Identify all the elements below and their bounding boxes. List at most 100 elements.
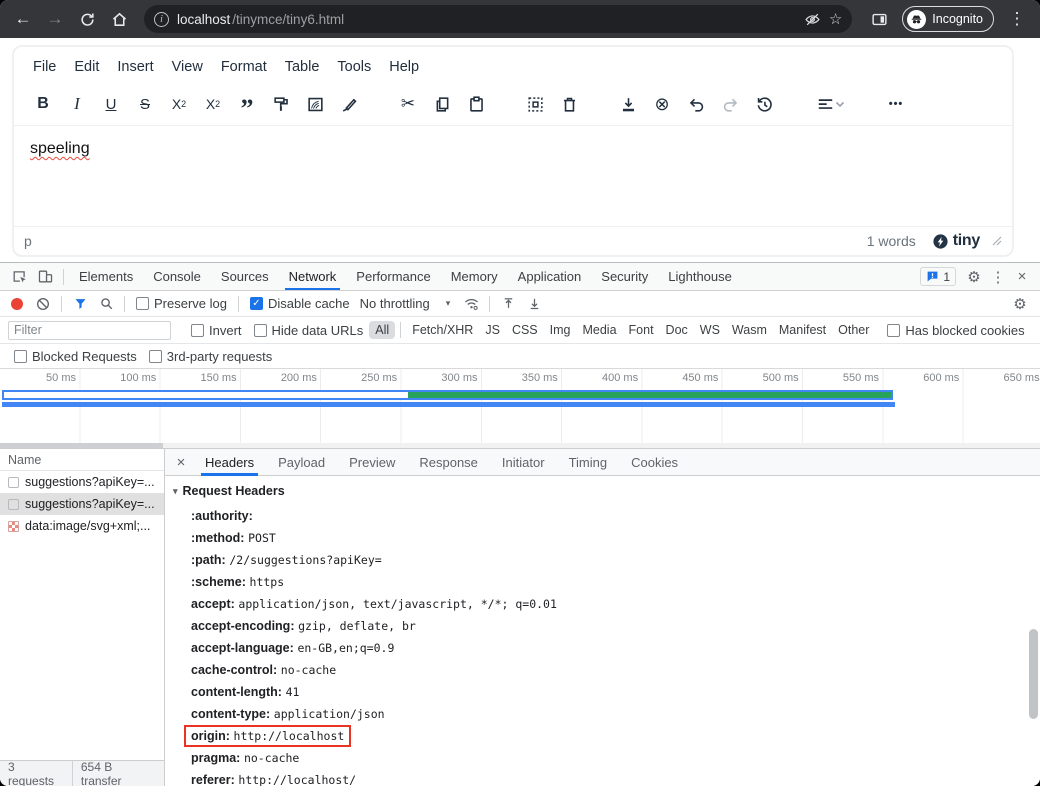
network-settings-button[interactable]: ⚙ bbox=[1008, 292, 1032, 316]
reload-button[interactable] bbox=[72, 4, 102, 34]
request-row[interactable]: suggestions?apiKey=... bbox=[0, 471, 164, 493]
tab-lighthouse[interactable]: Lighthouse bbox=[658, 263, 742, 290]
underline-button[interactable]: U bbox=[96, 89, 126, 119]
third-party-toggle[interactable]: 3rd-party requests bbox=[149, 349, 273, 364]
tab-network[interactable]: Network bbox=[279, 263, 347, 290]
tab-application[interactable]: Application bbox=[508, 263, 592, 290]
disable-cache-toggle[interactable]: ✓ Disable cache bbox=[250, 296, 350, 311]
side-panel-button[interactable] bbox=[864, 4, 894, 34]
menu-insert[interactable]: Insert bbox=[108, 56, 162, 78]
detail-close-button[interactable]: × bbox=[169, 450, 193, 474]
menu-table[interactable]: Table bbox=[276, 56, 329, 78]
devtools-menu-button[interactable]: ⋮ bbox=[986, 265, 1010, 289]
element-path[interactable]: p bbox=[24, 233, 32, 249]
filter-type-wasm[interactable]: Wasm bbox=[726, 321, 773, 339]
invert-checkbox[interactable] bbox=[191, 324, 204, 337]
filter-type-doc[interactable]: Doc bbox=[660, 321, 694, 339]
preserve-log-toggle[interactable]: Preserve log bbox=[136, 296, 227, 311]
network-conditions-button[interactable] bbox=[458, 292, 484, 316]
permanent-pen-button[interactable] bbox=[334, 89, 364, 119]
menu-format[interactable]: Format bbox=[212, 56, 276, 78]
export-har-button[interactable] bbox=[521, 292, 547, 316]
menu-tools[interactable]: Tools bbox=[328, 56, 380, 78]
request-headers-section[interactable]: ▾ Request Headers bbox=[173, 484, 1020, 498]
cookies-blocked-eye-icon[interactable] bbox=[804, 11, 821, 28]
menu-file[interactable]: File bbox=[24, 56, 65, 78]
menu-help[interactable]: Help bbox=[380, 56, 428, 78]
devtools-settings-button[interactable]: ⚙ bbox=[962, 265, 986, 289]
detail-tab-cookies[interactable]: Cookies bbox=[619, 449, 690, 476]
detail-scrollbar-thumb[interactable] bbox=[1029, 629, 1038, 719]
menu-view[interactable]: View bbox=[163, 56, 212, 78]
devtools-close-button[interactable]: × bbox=[1010, 265, 1034, 289]
request-row[interactable]: data:image/svg+xml;... bbox=[0, 515, 164, 537]
invert-toggle[interactable]: Invert bbox=[191, 323, 242, 338]
record-button[interactable] bbox=[11, 298, 23, 310]
resize-grip[interactable] bbox=[992, 236, 1002, 246]
more-toolbar-button[interactable]: ••• bbox=[881, 89, 911, 119]
filter-type-css[interactable]: CSS bbox=[506, 321, 544, 339]
network-search-button[interactable] bbox=[93, 292, 119, 316]
filter-type-js[interactable]: JS bbox=[479, 321, 506, 339]
filter-type-other[interactable]: Other bbox=[832, 321, 875, 339]
menu-edit[interactable]: Edit bbox=[65, 56, 108, 78]
overview-scrollbar[interactable] bbox=[0, 443, 1040, 448]
align-dropdown-button[interactable] bbox=[808, 89, 852, 119]
tiny-branding[interactable]: tiny bbox=[932, 232, 980, 250]
superscript-button[interactable]: X2 bbox=[198, 89, 228, 119]
tab-performance[interactable]: Performance bbox=[346, 263, 440, 290]
restore-draft-button[interactable] bbox=[749, 89, 779, 119]
paste-button[interactable] bbox=[461, 89, 491, 119]
italic-button[interactable]: I bbox=[62, 89, 92, 119]
detail-tab-initiator[interactable]: Initiator bbox=[490, 449, 557, 476]
request-row-selected[interactable]: suggestions?apiKey=... bbox=[0, 493, 164, 515]
blockquote-button[interactable]: ” bbox=[232, 89, 262, 119]
clear-button[interactable] bbox=[30, 292, 56, 316]
export-button[interactable] bbox=[613, 89, 643, 119]
blocked-requests-checkbox[interactable] bbox=[14, 350, 27, 363]
detail-tab-response[interactable]: Response bbox=[407, 449, 490, 476]
editor-content-area[interactable]: speeling bbox=[14, 126, 1012, 226]
blocked-requests-toggle[interactable]: Blocked Requests bbox=[14, 349, 137, 364]
bookmark-star-icon[interactable]: ☆ bbox=[829, 10, 842, 28]
forward-button[interactable]: → bbox=[40, 4, 70, 34]
third-party-checkbox[interactable] bbox=[149, 350, 162, 363]
site-info-icon[interactable]: i bbox=[154, 12, 169, 27]
issues-counter[interactable]: 1 bbox=[920, 267, 956, 286]
filter-type-font[interactable]: Font bbox=[623, 321, 660, 339]
filter-type-img[interactable]: Img bbox=[544, 321, 577, 339]
bold-button[interactable]: B bbox=[28, 89, 58, 119]
format-painter-button[interactable] bbox=[266, 89, 296, 119]
redo-button[interactable] bbox=[715, 89, 745, 119]
select-all-button[interactable] bbox=[520, 89, 550, 119]
filter-input[interactable] bbox=[8, 321, 171, 340]
url-bar[interactable]: i localhost /tinymce/tiny6.html ☆ bbox=[144, 5, 852, 33]
tab-console[interactable]: Console bbox=[143, 263, 211, 290]
filter-type-manifest[interactable]: Manifest bbox=[773, 321, 832, 339]
delete-button[interactable] bbox=[554, 89, 584, 119]
image-button[interactable] bbox=[300, 89, 330, 119]
detail-tab-payload[interactable]: Payload bbox=[266, 449, 337, 476]
filter-type-fetch-xhr[interactable]: Fetch/XHR bbox=[406, 321, 479, 339]
tab-sources[interactable]: Sources bbox=[211, 263, 279, 290]
filter-toggle-button[interactable] bbox=[67, 292, 93, 316]
name-column-header[interactable]: Name bbox=[0, 449, 164, 471]
home-button[interactable] bbox=[104, 4, 134, 34]
cut-button[interactable]: ✂ bbox=[393, 89, 423, 119]
subscript-button[interactable]: X2 bbox=[164, 89, 194, 119]
has-blocked-cookies-toggle[interactable]: Has blocked cookies bbox=[887, 323, 1024, 338]
detail-tab-preview[interactable]: Preview bbox=[337, 449, 407, 476]
overview-scrollbar-thumb[interactable] bbox=[0, 443, 163, 448]
has-blocked-cookies-checkbox[interactable] bbox=[887, 324, 900, 337]
copy-button[interactable] bbox=[427, 89, 457, 119]
device-toolbar-button[interactable] bbox=[32, 265, 58, 289]
hide-data-urls-checkbox[interactable] bbox=[254, 324, 267, 337]
filter-type-ws[interactable]: WS bbox=[694, 321, 726, 339]
hide-data-urls-toggle[interactable]: Hide data URLs bbox=[254, 323, 364, 338]
tab-security[interactable]: Security bbox=[591, 263, 658, 290]
throttling-select[interactable]: No throttling ▾ bbox=[360, 296, 451, 311]
filter-type-all[interactable]: All bbox=[369, 321, 395, 339]
detail-tab-headers[interactable]: Headers bbox=[193, 449, 266, 476]
import-har-button[interactable] bbox=[495, 292, 521, 316]
word-count[interactable]: 1 words bbox=[867, 233, 916, 249]
